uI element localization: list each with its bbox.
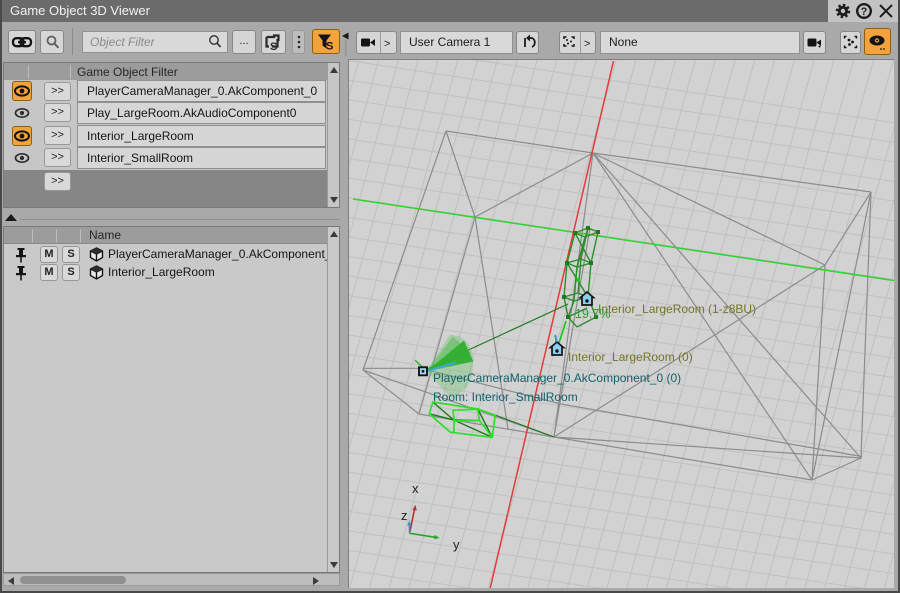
svg-text:?: ? [861,6,868,18]
svg-text:x: x [412,481,419,496]
svg-text:Room: Interior_SmallRoom: Room: Interior_SmallRoom [433,390,578,404]
svg-text:S: S [270,41,277,53]
svg-text:Interior_LargeRoom (0): Interior_LargeRoom (0) [568,350,693,364]
svg-text:PlayerCameraManager_0.AkCompon: PlayerCameraManager_0.AkComponent_0 (0) [433,371,681,385]
svg-text:>: > [384,38,390,50]
svg-text:y: y [453,537,460,552]
svg-text:>: > [584,38,590,50]
svg-text:19.7%: 19.7% [575,307,610,321]
svg-text:Interior_LargeRoom (1-z8BU): Interior_LargeRoom (1-z8BU) [598,302,756,316]
svg-text:z: z [401,508,408,523]
svg-text:S: S [326,41,333,53]
